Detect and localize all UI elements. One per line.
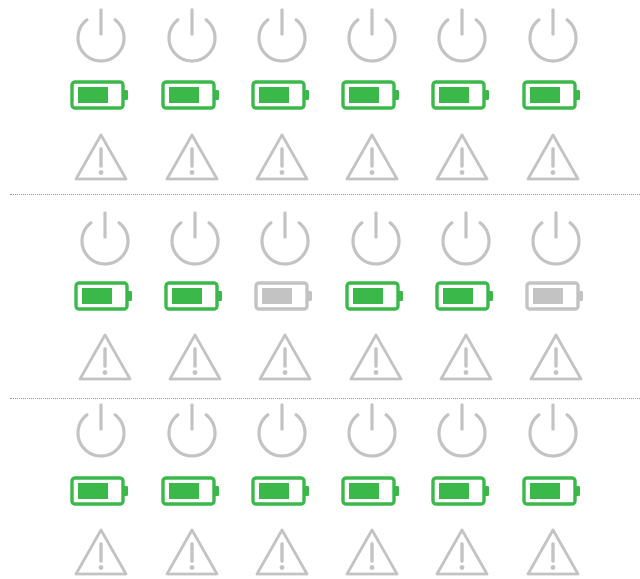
warning-icon bbox=[168, 333, 222, 381]
power-icon bbox=[528, 8, 578, 63]
power-icon bbox=[531, 211, 581, 266]
power-icon bbox=[170, 211, 220, 266]
power-icon bbox=[80, 211, 130, 266]
battery-icon bbox=[431, 80, 489, 110]
power-icon bbox=[347, 403, 397, 458]
warning-icon bbox=[255, 528, 309, 576]
warning-icon bbox=[74, 133, 128, 181]
power-icon bbox=[441, 211, 491, 266]
battery-icon bbox=[70, 80, 128, 110]
warning-icon bbox=[439, 333, 493, 381]
warning-icon bbox=[74, 528, 128, 576]
warning-icon bbox=[435, 133, 489, 181]
warning-icon bbox=[526, 528, 580, 576]
battery-icon bbox=[341, 476, 399, 506]
battery-icon bbox=[251, 476, 309, 506]
power-icon bbox=[167, 403, 217, 458]
battery-icon bbox=[161, 80, 219, 110]
power-icon bbox=[257, 403, 307, 458]
warning-icon bbox=[526, 133, 580, 181]
power-icon bbox=[76, 8, 126, 63]
battery-icon bbox=[251, 80, 309, 110]
battery-icon bbox=[525, 281, 583, 311]
panel-divider bbox=[10, 398, 640, 399]
warning-icon bbox=[435, 528, 489, 576]
warning-icon bbox=[165, 133, 219, 181]
battery-icon bbox=[70, 476, 128, 506]
power-icon bbox=[167, 8, 217, 63]
battery-icon bbox=[161, 476, 219, 506]
battery-icon bbox=[164, 281, 222, 311]
power-icon bbox=[351, 211, 401, 266]
warning-icon bbox=[78, 333, 132, 381]
battery-icon bbox=[522, 80, 580, 110]
battery-icon bbox=[341, 80, 399, 110]
power-icon bbox=[528, 403, 578, 458]
warning-icon bbox=[529, 333, 583, 381]
power-icon bbox=[260, 211, 310, 266]
power-icon bbox=[76, 403, 126, 458]
battery-icon bbox=[254, 281, 312, 311]
warning-icon bbox=[255, 133, 309, 181]
battery-icon bbox=[431, 476, 489, 506]
battery-icon bbox=[435, 281, 493, 311]
warning-icon bbox=[165, 528, 219, 576]
power-icon bbox=[437, 8, 487, 63]
battery-icon bbox=[74, 281, 132, 311]
panel-divider bbox=[10, 194, 640, 195]
power-icon bbox=[257, 8, 307, 63]
status-grid bbox=[0, 0, 640, 579]
warning-icon bbox=[258, 333, 312, 381]
warning-icon bbox=[345, 528, 399, 576]
power-icon bbox=[347, 8, 397, 63]
warning-icon bbox=[345, 133, 399, 181]
warning-icon bbox=[349, 333, 403, 381]
power-icon bbox=[437, 403, 487, 458]
battery-icon bbox=[345, 281, 403, 311]
battery-icon bbox=[522, 476, 580, 506]
